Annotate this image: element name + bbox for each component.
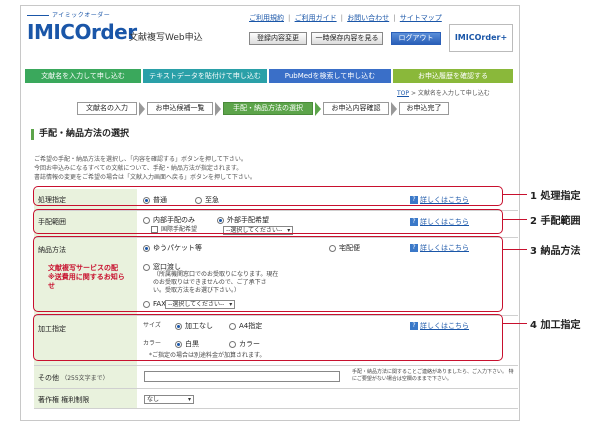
brand-logo: IMICOrder+: [449, 24, 513, 52]
step-arrow-icon: [139, 102, 145, 116]
callout-label-3: 3 納品方法: [530, 246, 581, 257]
callout-label-4: 4 加工指定: [530, 320, 581, 331]
callout-label-2: 2 手配範囲: [530, 216, 581, 227]
link-sitemap[interactable]: サイトマップ: [400, 14, 442, 22]
step-arrow-icon: [315, 102, 321, 116]
intro-line: 今回お申込みになるすべての文献について、手配・納品方法が指定されます。: [34, 165, 243, 172]
callout-line: [503, 249, 527, 250]
page-subtitle: 文献複写Web申込: [129, 33, 203, 43]
logo-kana: アイミックオーダー: [27, 10, 110, 19]
row-label-sub: （255文字まで）: [61, 375, 109, 382]
breadcrumb-top-link[interactable]: TOP: [397, 90, 409, 97]
step-2: お申込候補一覧: [147, 102, 213, 115]
row-label: 著作権 権利制限: [34, 389, 137, 408]
intro-text: ご希望の手配・納品方法を選択し、「内容を確認する」ボタンを押して下さい。 今回お…: [34, 155, 256, 182]
callout-box-delivery: [33, 236, 503, 312]
step-3-active: 手配・納品方法の選択: [223, 102, 313, 115]
logo[interactable]: IMICOrder: [27, 20, 137, 44]
other-note: 手配・納品方法に関することご連絡がありましたら、ご入力下さい。 特にご要望がない…: [352, 369, 514, 382]
saved-items-button[interactable]: 一時保存内容を見る: [311, 32, 383, 45]
logout-button[interactable]: ログアウト: [391, 32, 441, 45]
callout-box-processing: [33, 186, 503, 206]
callout-box-range: [33, 209, 503, 234]
step-4: お申込内容確認: [323, 102, 389, 115]
other-input[interactable]: [144, 371, 340, 382]
change-info-button[interactable]: 登録内容変更: [249, 32, 307, 45]
step-5: お申込完了: [399, 102, 449, 115]
row-label: その他 （255文字まで）: [34, 366, 137, 388]
tab-history[interactable]: お申込履歴を確認する: [393, 69, 513, 83]
callout-line: [503, 194, 527, 195]
section-title: 手配・納品方法の選択: [31, 129, 129, 140]
step-1: 文献名の入力: [77, 102, 137, 115]
callout-line: [503, 219, 527, 220]
link-guide[interactable]: ご利用ガイド: [295, 14, 337, 22]
breadcrumb: TOP > 文献名を入力して申し込む: [397, 88, 490, 97]
tab-pubmed[interactable]: PubMedを検索して申し込む: [269, 69, 391, 83]
row-copyright: 著作権 権利制限 なし: [34, 389, 518, 409]
header-links: ご利用規約 | ご利用ガイド | お問い合わせ | サイトマップ: [249, 14, 442, 22]
step-arrow-icon: [391, 102, 397, 116]
intro-line: 書誌情報の変更をご希望の場合は「文献入力画面へ戻る」ボタンを押して下さい。: [34, 174, 256, 181]
breadcrumb-current: > 文献名を入力して申し込む: [410, 90, 490, 97]
callout-label-1: 1 処理指定: [530, 191, 581, 202]
intro-line: ご希望の手配・納品方法を選択し、「内容を確認する」ボタンを押して下さい。: [34, 156, 247, 163]
callout-box-processing-options: [33, 314, 503, 361]
tab-paste-text[interactable]: テキストデータを貼付けて申し込む: [143, 69, 267, 83]
step-arrow-icon: [215, 102, 221, 116]
copyright-select[interactable]: なし: [144, 395, 194, 404]
callout-line: [503, 323, 527, 324]
row-other: その他 （255文字まで） 手配・納品方法に関することご連絡がありましたら、ご入…: [34, 366, 518, 389]
tab-enter-title[interactable]: 文献名を入力して申し込む: [25, 69, 141, 83]
link-terms[interactable]: ご利用規約: [249, 14, 284, 22]
link-contact[interactable]: お問い合わせ: [347, 14, 389, 22]
row-label-text: その他: [38, 374, 59, 382]
